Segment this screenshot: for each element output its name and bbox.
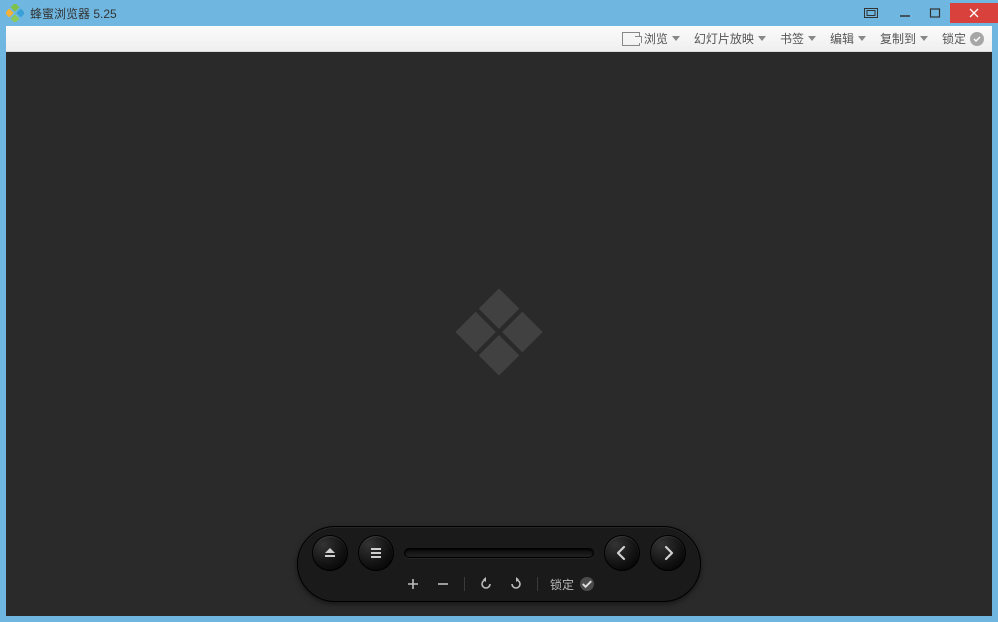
maximize-button[interactable] [920, 3, 950, 23]
chevron-down-icon [808, 36, 816, 41]
chevron-down-icon [858, 36, 866, 41]
bottom-dock: 锁定 [6, 526, 992, 602]
zoom-out-button[interactable] [434, 575, 452, 593]
top-toolbar: 浏览 幻灯片放映 书签 编辑 复制到 锁定 [6, 26, 992, 52]
previous-button[interactable] [604, 535, 640, 571]
browse-dropdown[interactable]: 浏览 [622, 30, 680, 47]
title-bar: 蜂蜜浏览器 5.25 [0, 0, 998, 26]
lock-label: 锁定 [942, 30, 966, 47]
separator [464, 577, 465, 591]
menu-button[interactable] [358, 535, 394, 571]
edit-label: 编辑 [830, 30, 854, 47]
browse-label: 浏览 [644, 30, 668, 47]
next-button[interactable] [650, 535, 686, 571]
bookmark-label: 书签 [780, 30, 804, 47]
dock-lock-label: 锁定 [550, 576, 574, 593]
window-title: 蜂蜜浏览器 5.25 [30, 5, 856, 22]
edit-dropdown[interactable]: 编辑 [830, 30, 866, 47]
slideshow-label: 幻灯片放映 [694, 30, 754, 47]
window-controls [856, 0, 998, 26]
browse-icon [622, 32, 640, 46]
app-icon [6, 4, 24, 22]
chevron-down-icon [920, 36, 928, 41]
image-viewer: 锁定 [6, 52, 992, 616]
chevron-down-icon [672, 36, 680, 41]
close-button[interactable] [950, 3, 998, 23]
zoom-in-button[interactable] [404, 575, 422, 593]
bookmark-dropdown[interactable]: 书签 [780, 30, 816, 47]
copyto-label: 复制到 [880, 30, 916, 47]
dock-lock-toggle[interactable]: 锁定 [550, 576, 594, 593]
dock-panel: 锁定 [297, 526, 701, 602]
slideshow-dropdown[interactable]: 幻灯片放映 [694, 30, 766, 47]
placeholder-logo-icon [444, 277, 554, 392]
chevron-down-icon [758, 36, 766, 41]
check-circle-icon [970, 32, 984, 46]
content-frame: 浏览 幻灯片放映 书签 编辑 复制到 锁定 [6, 26, 992, 616]
app-window: 蜂蜜浏览器 5.25 浏览 幻灯片放 [0, 0, 998, 622]
fullscreen-toggle-icon[interactable] [856, 3, 886, 23]
eject-button[interactable] [312, 535, 348, 571]
check-circle-icon [580, 577, 594, 591]
copyto-dropdown[interactable]: 复制到 [880, 30, 928, 47]
progress-slider[interactable] [404, 548, 594, 558]
rotate-right-button[interactable] [507, 575, 525, 593]
rotate-left-button[interactable] [477, 575, 495, 593]
separator [537, 577, 538, 591]
lock-toggle[interactable]: 锁定 [942, 30, 984, 47]
minimize-button[interactable] [890, 3, 920, 23]
